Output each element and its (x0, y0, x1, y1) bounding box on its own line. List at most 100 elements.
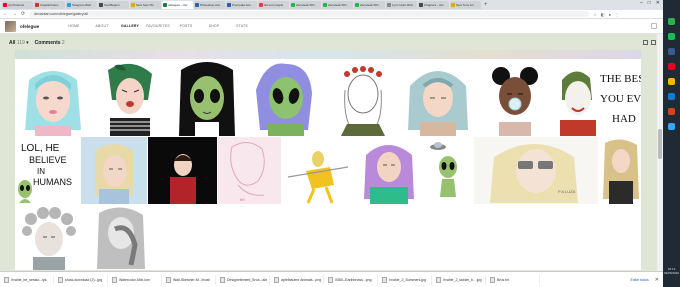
nav-shop[interactable]: SHOP (200, 24, 228, 28)
nav-favourites[interactable]: FAVOURITES (144, 24, 172, 28)
system-clock[interactable]: 18:13 09/05/2020 (663, 267, 680, 275)
browser-tab[interactable]: Procreate Acu (226, 1, 257, 9)
forward-icon[interactable]: → (12, 11, 17, 17)
browser-tab[interactable]: Telegram Web (66, 1, 97, 9)
artwork-bubblegum-girl[interactable] (477, 60, 553, 136)
download-item[interactable]: Irvahle_2_Summers.jpg (380, 274, 432, 285)
nav-posts[interactable]: POSTS (172, 24, 200, 28)
artwork-pink-sketch[interactable]: fbf. (218, 137, 281, 204)
all-filter[interactable]: All 119 ▾ (9, 40, 29, 46)
browser-tab[interactable]: Seni Tony Art (450, 1, 481, 9)
photoshop-icon[interactable] (668, 123, 675, 130)
nav-about[interactable]: ABOUT (88, 24, 116, 28)
scrollbar-thumb[interactable] (658, 129, 662, 159)
tab-title: Zerodesk Whi (296, 3, 315, 7)
browser-tab[interactable]: Chapters - Jan (418, 1, 449, 9)
browser-tab[interactable]: Zerodesk Whi (290, 1, 321, 9)
browser-tab[interactable]: (2) Pinterest (2, 1, 33, 9)
reload-icon[interactable]: ⟳ (21, 11, 25, 17)
office-icon[interactable] (668, 108, 675, 115)
artwork-joker-the-best[interactable]: THE BEST YOU EVER HAD (554, 60, 641, 136)
artwork-green-alien-black-hair[interactable] (169, 60, 245, 136)
profile-nav: HOME ABOUT GALLERY FAVOURITES POSTS SHOP STATS (60, 24, 256, 28)
download-item[interactable]: 0080--Earthbrows...png (326, 274, 378, 285)
browser-tab[interactable]: Photoshop Acu (194, 1, 225, 9)
artwork-grey-blue-hair-girl[interactable] (400, 60, 476, 136)
previous-row-strip[interactable] (15, 50, 641, 59)
nav-home[interactable]: HOME (60, 24, 88, 28)
maximize-icon[interactable]: □ (648, 0, 651, 6)
folder-icon[interactable] (668, 78, 675, 85)
download-filename: Wall-Sketcher-M...brush (173, 277, 211, 282)
browser-tab[interactable]: Seni Seni Pin (130, 1, 161, 9)
download-item[interactable]: Wall-Sketcher-M...brush (164, 274, 216, 285)
artwork-green-hair-girl[interactable] (92, 60, 168, 136)
close-downloads-icon[interactable]: ✕ (655, 277, 659, 283)
show-all-downloads-button[interactable]: Exibir todos (631, 278, 649, 282)
artwork-purple-hair-girl[interactable] (354, 137, 425, 204)
download-item[interactable]: Irvahle_be_sessio...ipk (2, 274, 54, 285)
whatsapp-icon[interactable] (668, 18, 675, 25)
browser-tab[interactable]: Zerodesk Whi (322, 1, 353, 9)
artwork-flower-crown-sketch[interactable] (323, 60, 399, 136)
download-item[interactable]: Irvahle_2_ladder_b....jpg (434, 274, 486, 285)
nav-gallery[interactable]: GALLERY (116, 24, 144, 28)
close-window-icon[interactable]: ✕ (656, 0, 660, 6)
browser-tab[interactable]: Ha tout couple (258, 1, 289, 9)
back-icon[interactable]: ← (3, 11, 8, 17)
menu-icon[interactable]: ⋮ (615, 12, 619, 17)
download-filename: Irvahle_2_Summers.jpg (389, 277, 426, 282)
browser-tab[interactable]: Zerodesk Whi (354, 1, 385, 9)
artwork-hair-curlers[interactable] (15, 205, 84, 270)
more-icon[interactable] (651, 23, 657, 29)
browser-tab[interactable]: TechBeginn (98, 1, 129, 9)
pinterest-icon[interactable] (668, 63, 675, 70)
url-field[interactable]: deviantart.com/ofelegwe/gallery/all (29, 11, 590, 17)
extension-icon[interactable]: ◧ (601, 12, 605, 17)
comments-filter[interactable]: Comments 2 (35, 40, 65, 46)
tab-favicon-icon (195, 3, 199, 7)
view-toggle (643, 40, 656, 45)
artwork-lol-believe-in-humans[interactable]: LOL, HE BELIEVE IN HUMANS (15, 137, 80, 204)
artwork-grey-sketch-hand[interactable] (85, 205, 156, 270)
svg-text:LOL, HE: LOL, HE (21, 143, 60, 154)
list-view-icon[interactable] (651, 40, 656, 45)
download-filename: Irvahle_2_ladder_b....jpg (443, 277, 482, 282)
artwork-long-hair-girl[interactable] (599, 137, 641, 204)
new-tab-button[interactable]: + (484, 2, 488, 8)
download-item[interactable]: Watercolor-Mixi.ium (110, 274, 162, 285)
tab-title: Telegram Web (72, 3, 92, 7)
artwork-sunglasses-blonde[interactable]: P A LUZA (474, 137, 598, 204)
download-item[interactable]: apfelbaume Animals...png (272, 274, 324, 285)
artwork-blue-hair-girl[interactable] (15, 60, 91, 136)
artwork-alien-lavender-hair[interactable] (246, 60, 322, 136)
browser-tab[interactable]: ofelegwe - Her (162, 1, 193, 9)
minimize-icon[interactable]: – (640, 0, 643, 6)
artwork-alien-saucer[interactable] (426, 137, 473, 204)
grid-view-icon[interactable] (643, 40, 648, 45)
download-item[interactable]: show-download (2)...jpg (56, 274, 108, 285)
artwork-girl-black-background[interactable] (148, 137, 217, 204)
tab-favicon-icon (419, 3, 423, 7)
avatar[interactable] (5, 20, 16, 32)
tab-favicon-icon (259, 3, 263, 7)
username[interactable]: ofelegwe (20, 24, 60, 29)
browser-tab[interactable]: Cape&Chains (34, 1, 65, 9)
artwork-kill-bill-sword[interactable] (282, 137, 353, 204)
edge-icon[interactable] (668, 93, 675, 100)
spotify-icon[interactable] (668, 33, 675, 40)
download-filename: Brus.txt (497, 277, 509, 282)
artwork-blonde-girl-blue[interactable] (81, 137, 147, 204)
app-icon[interactable] (668, 48, 675, 55)
tab-title: Chapters - Jan (424, 3, 444, 7)
nav-stats[interactable]: STATS (228, 24, 256, 28)
profile-icon[interactable]: ● (609, 12, 611, 17)
site-header: ofelegwe HOME ABOUT GALLERY FAVOURITES POSTS… (0, 19, 663, 34)
file-icon (166, 276, 171, 283)
download-item[interactable]: Brus.txt (488, 274, 540, 285)
browser-tab[interactable]: Lynn Unkn Rich (386, 1, 417, 9)
star-icon[interactable]: ☆ (593, 12, 597, 17)
download-filename: show-download (2)...jpg (65, 277, 103, 282)
download-item[interactable]: Designelement_Brus...abr (218, 274, 270, 285)
tab-favicon-icon (355, 3, 359, 7)
